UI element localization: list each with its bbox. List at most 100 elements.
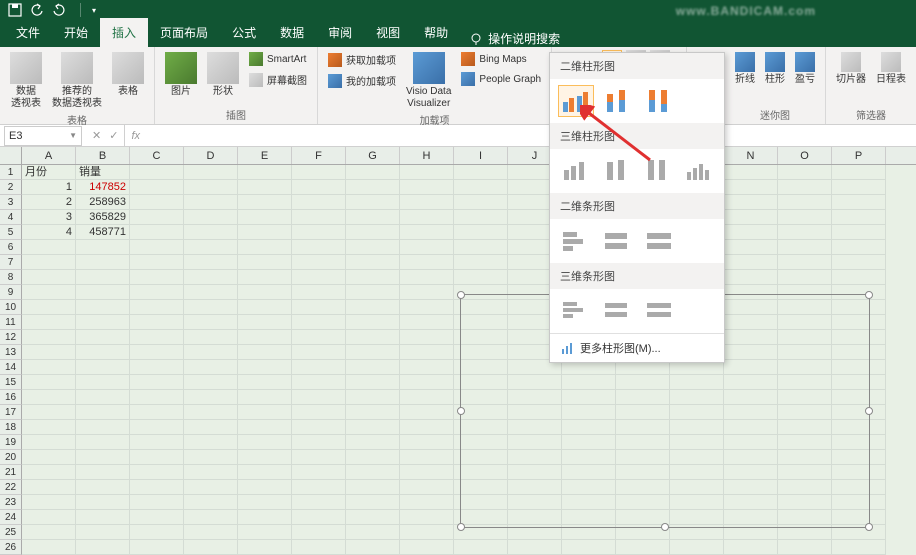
- cell-B21[interactable]: [76, 465, 130, 480]
- cell-H3[interactable]: [400, 195, 454, 210]
- redo-icon[interactable]: [52, 3, 66, 17]
- tab-layout[interactable]: 页面布局: [148, 18, 220, 47]
- cell-C15[interactable]: [130, 375, 184, 390]
- cell-C6[interactable]: [130, 240, 184, 255]
- column-header-C[interactable]: C: [130, 147, 184, 164]
- sparkline-winloss-button[interactable]: 盈亏: [793, 50, 817, 88]
- cell-C26[interactable]: [130, 540, 184, 555]
- row-header-13[interactable]: 13: [0, 345, 22, 360]
- cell-I1[interactable]: [454, 165, 508, 180]
- cell-A16[interactable]: [22, 390, 76, 405]
- row-header-19[interactable]: 19: [0, 435, 22, 450]
- cell-I7[interactable]: [454, 255, 508, 270]
- cell-E9[interactable]: [238, 285, 292, 300]
- column-header-O[interactable]: O: [778, 147, 832, 164]
- cell-C14[interactable]: [130, 360, 184, 375]
- cell-A10[interactable]: [22, 300, 76, 315]
- cell-C24[interactable]: [130, 510, 184, 525]
- cell-O2[interactable]: [778, 180, 832, 195]
- cancel-icon[interactable]: ✕: [92, 129, 101, 142]
- cell-H13[interactable]: [400, 345, 454, 360]
- cell-I26[interactable]: [454, 540, 508, 555]
- cell-I5[interactable]: [454, 225, 508, 240]
- cell-E16[interactable]: [238, 390, 292, 405]
- cell-P5[interactable]: [832, 225, 886, 240]
- cell-A26[interactable]: [22, 540, 76, 555]
- select-all-corner[interactable]: [0, 147, 22, 164]
- cell-A15[interactable]: [22, 375, 76, 390]
- cell-A7[interactable]: [22, 255, 76, 270]
- cell-F11[interactable]: [292, 315, 346, 330]
- cell-E20[interactable]: [238, 450, 292, 465]
- row-header-9[interactable]: 9: [0, 285, 22, 300]
- column-header-F[interactable]: F: [292, 147, 346, 164]
- cell-O1[interactable]: [778, 165, 832, 180]
- cell-F1[interactable]: [292, 165, 346, 180]
- cell-A25[interactable]: [22, 525, 76, 540]
- resize-handle-se[interactable]: [865, 523, 873, 531]
- row-header-16[interactable]: 16: [0, 390, 22, 405]
- cell-C21[interactable]: [130, 465, 184, 480]
- cell-C23[interactable]: [130, 495, 184, 510]
- 3d-percent-stacked-bar-option[interactable]: [642, 295, 678, 327]
- cell-N7[interactable]: [724, 255, 778, 270]
- cell-H23[interactable]: [400, 495, 454, 510]
- cell-H8[interactable]: [400, 270, 454, 285]
- cell-G4[interactable]: [346, 210, 400, 225]
- row-header-4[interactable]: 4: [0, 210, 22, 225]
- row-header-6[interactable]: 6: [0, 240, 22, 255]
- tab-insert[interactable]: 插入: [100, 18, 148, 47]
- formula-input[interactable]: [146, 125, 916, 146]
- cell-F23[interactable]: [292, 495, 346, 510]
- cell-O26[interactable]: [778, 540, 832, 555]
- clustered-bar-option[interactable]: [558, 225, 594, 257]
- cell-D1[interactable]: [184, 165, 238, 180]
- cell-B14[interactable]: [76, 360, 130, 375]
- fx-icon[interactable]: fx: [125, 130, 146, 142]
- cell-N6[interactable]: [724, 240, 778, 255]
- cell-A20[interactable]: [22, 450, 76, 465]
- clustered-column-option[interactable]: [558, 85, 594, 117]
- row-header-14[interactable]: 14: [0, 360, 22, 375]
- stacked-bar-option[interactable]: [600, 225, 636, 257]
- cell-G11[interactable]: [346, 315, 400, 330]
- cell-B4[interactable]: 365829: [76, 210, 130, 225]
- cell-B18[interactable]: [76, 420, 130, 435]
- cell-G10[interactable]: [346, 300, 400, 315]
- cell-F7[interactable]: [292, 255, 346, 270]
- cell-H9[interactable]: [400, 285, 454, 300]
- cell-O3[interactable]: [778, 195, 832, 210]
- cell-G3[interactable]: [346, 195, 400, 210]
- cell-C4[interactable]: [130, 210, 184, 225]
- cell-N5[interactable]: [724, 225, 778, 240]
- cell-N4[interactable]: [724, 210, 778, 225]
- cell-H17[interactable]: [400, 405, 454, 420]
- cell-E6[interactable]: [238, 240, 292, 255]
- tab-home[interactable]: 开始: [52, 18, 100, 47]
- stacked-column-option[interactable]: [600, 85, 636, 117]
- cell-G6[interactable]: [346, 240, 400, 255]
- row-header-17[interactable]: 17: [0, 405, 22, 420]
- cell-E13[interactable]: [238, 345, 292, 360]
- cell-F19[interactable]: [292, 435, 346, 450]
- cell-H10[interactable]: [400, 300, 454, 315]
- screenshot-button[interactable]: 屏幕截图: [247, 70, 309, 89]
- slicer-button[interactable]: 切片器: [834, 50, 868, 88]
- tab-file[interactable]: 文件: [4, 18, 52, 47]
- cell-F21[interactable]: [292, 465, 346, 480]
- 3d-column-option[interactable]: [681, 155, 716, 187]
- cell-C16[interactable]: [130, 390, 184, 405]
- spreadsheet-grid[interactable]: ABCDEFGHIJKLMNOP 12345678910111213141516…: [0, 147, 916, 555]
- cell-G8[interactable]: [346, 270, 400, 285]
- tab-review[interactable]: 审阅: [316, 18, 364, 47]
- cell-D10[interactable]: [184, 300, 238, 315]
- cell-D20[interactable]: [184, 450, 238, 465]
- cell-I4[interactable]: [454, 210, 508, 225]
- row-header-21[interactable]: 21: [0, 465, 22, 480]
- cell-B19[interactable]: [76, 435, 130, 450]
- tab-help[interactable]: 帮助: [412, 18, 460, 47]
- cell-L26[interactable]: [616, 540, 670, 555]
- cell-H22[interactable]: [400, 480, 454, 495]
- cell-B23[interactable]: [76, 495, 130, 510]
- cell-B3[interactable]: 258963: [76, 195, 130, 210]
